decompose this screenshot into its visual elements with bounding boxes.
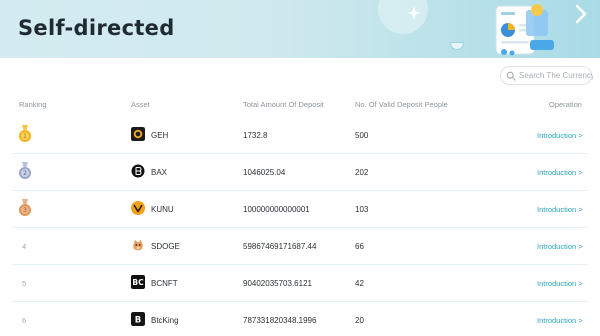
bcnft-coin-icon: BC (131, 275, 145, 289)
introduction-link[interactable]: Introduction > (537, 241, 583, 253)
row-divider (12, 153, 588, 154)
rank-number: 5 (22, 279, 27, 288)
valid-people-value: 500 (355, 131, 369, 140)
geh-coin-icon (131, 127, 145, 141)
header-valid-people: No. Of Valid Deposit People (355, 100, 448, 109)
valid-people-value: 66 (355, 242, 364, 251)
header-asset: Asset (131, 100, 150, 109)
analytics-illustration-icon (495, 4, 554, 56)
asset-name: BtcKing (151, 316, 179, 325)
rank-number: 4 (22, 242, 27, 251)
svg-text:2: 2 (23, 170, 27, 177)
valid-people-value: 103 (355, 205, 369, 214)
asset-name: BAX (151, 168, 168, 177)
svg-text:B: B (135, 316, 141, 326)
sparkle-icon (407, 6, 421, 20)
rank-number: 6 (22, 316, 27, 325)
silver-medal-icon: 2 (19, 162, 31, 179)
asset-name: KUNU (151, 205, 174, 214)
table-row: 4 SDOGE 59867469171687.44 66 Introductio… (0, 229, 600, 265)
header-operation: Operation (549, 100, 582, 109)
total-deposit-value: 59867469171687.44 (243, 242, 317, 251)
table-header: Ranking Asset Total Amount Of Deposit No… (0, 100, 600, 112)
page-banner: Self-directed (0, 0, 600, 58)
row-divider (12, 227, 588, 228)
sdoge-coin-icon (131, 238, 145, 252)
btcking-coin-icon: B (131, 312, 145, 326)
decorative-bowl (450, 42, 464, 50)
total-deposit-value: 90402035703.6121 (243, 279, 312, 288)
asset-name: GEH (151, 131, 169, 140)
header-ranking: Ranking (19, 100, 47, 109)
kunu-coin-icon (131, 201, 145, 215)
table-row: 5 BC BCNFT 90402035703.6121 42 Introduct… (0, 266, 600, 302)
introduction-link[interactable]: Introduction > (537, 278, 583, 290)
valid-people-value: 20 (355, 316, 364, 325)
bronze-medal-icon: 3 (19, 199, 31, 216)
row-divider (12, 190, 588, 191)
svg-text:3: 3 (23, 207, 27, 214)
chevron-right-icon[interactable] (574, 4, 588, 24)
introduction-link[interactable]: Introduction > (537, 315, 583, 327)
search-input[interactable] (519, 71, 593, 80)
total-deposit-value: 787331820348.1996 (243, 316, 317, 325)
introduction-link[interactable]: Introduction > (537, 130, 583, 142)
search-box[interactable] (500, 66, 593, 85)
total-deposit-value: 1732.8 (243, 131, 268, 140)
gold-medal-icon: 1 (19, 125, 31, 142)
table-row: 6 B BtcKing 787331820348.1996 20 Introdu… (0, 303, 600, 336)
asset-name: SDOGE (151, 242, 180, 251)
valid-people-value: 202 (355, 168, 369, 177)
row-divider (12, 264, 588, 265)
introduction-link[interactable]: Introduction > (537, 167, 583, 179)
total-deposit-value: 100000000000001 (243, 205, 310, 214)
table-row: 2 BAX 1046025.04 202 Introduction > (0, 155, 600, 191)
page-title: Self-directed (18, 16, 175, 40)
svg-text:1: 1 (23, 133, 27, 140)
total-deposit-value: 1046025.04 (243, 168, 286, 177)
header-total-deposit: Total Amount Of Deposit (243, 100, 324, 109)
introduction-link[interactable]: Introduction > (537, 204, 583, 216)
bax-coin-icon (131, 164, 145, 178)
valid-people-value: 42 (355, 279, 364, 288)
row-divider (12, 301, 588, 302)
table-row: 1 GEH 1732.8 500 Introduction > (0, 118, 600, 154)
search-icon (506, 71, 516, 81)
svg-text:BC: BC (132, 278, 144, 287)
table-row: 3 KUNU 100000000000001 103 Introduction … (0, 192, 600, 228)
asset-name: BCNFT (151, 279, 178, 288)
